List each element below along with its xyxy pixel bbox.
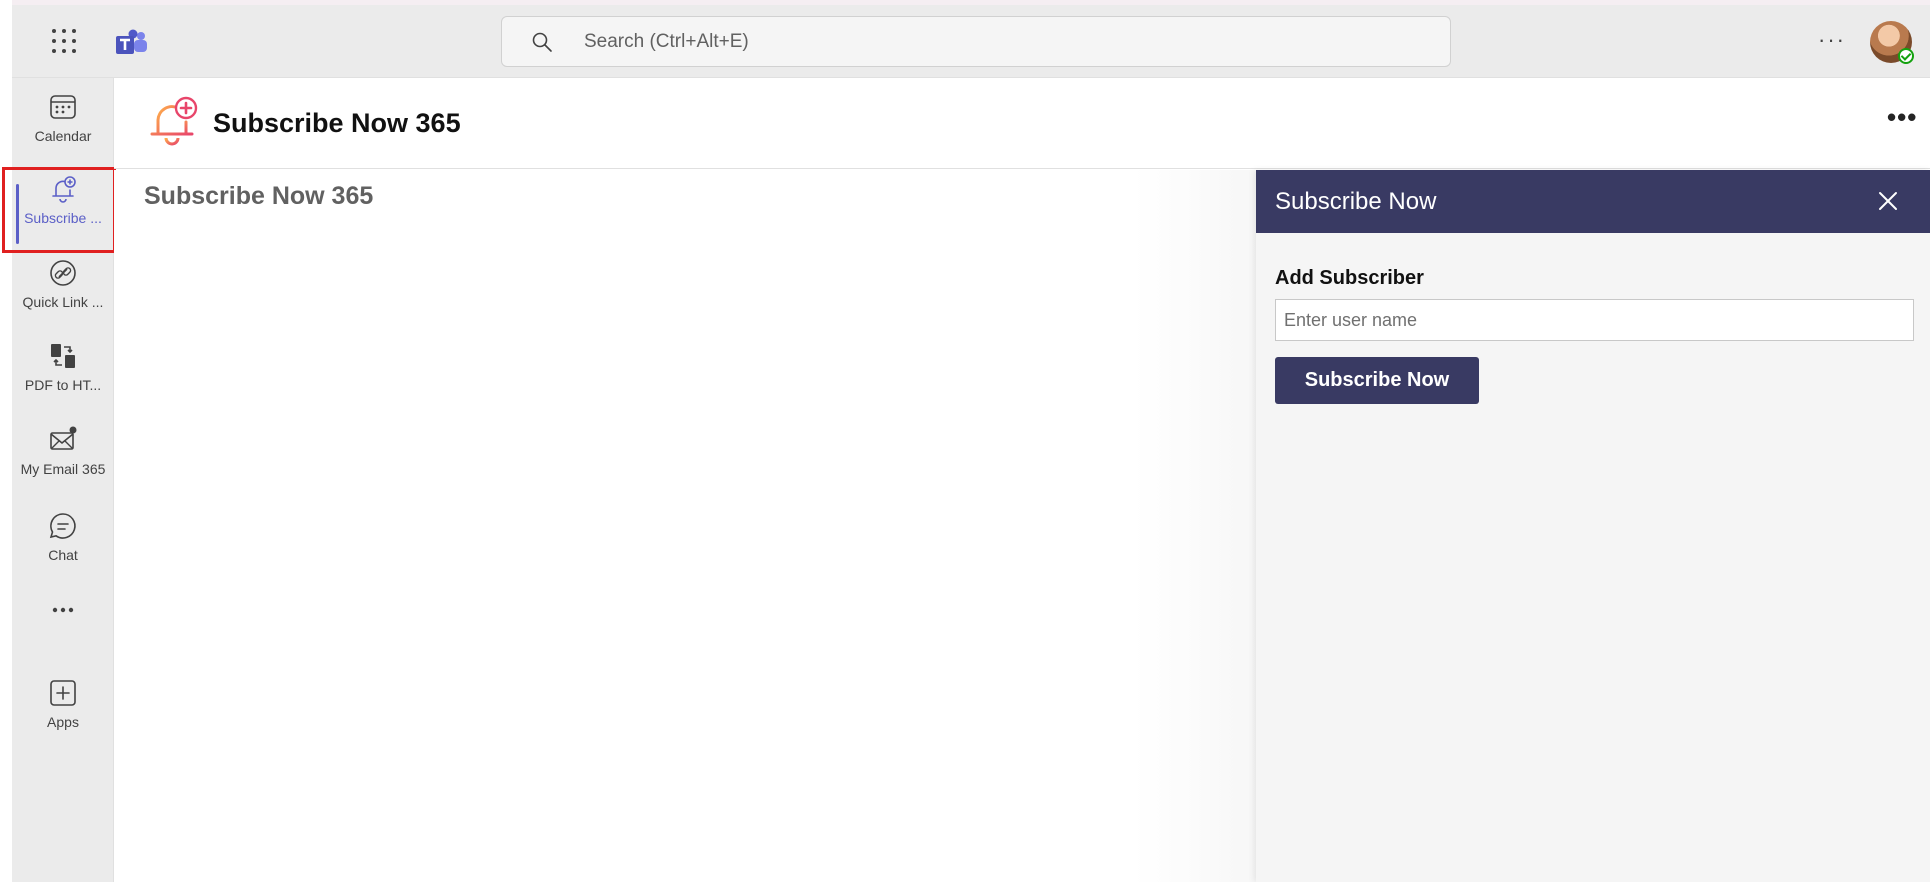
subscribe-bell-logo-icon bbox=[150, 96, 198, 146]
app-title: Subscribe Now 365 bbox=[213, 108, 461, 138]
rail-label-apps: Apps bbox=[47, 714, 79, 730]
top-bar: Search (Ctrl+Alt+E) ··· bbox=[12, 5, 1930, 78]
window-left-gutter bbox=[0, 0, 12, 882]
rail-label-quick-link: Quick Link ... bbox=[22, 294, 104, 310]
rail-label-calendar: Calendar bbox=[34, 128, 92, 144]
main-content: Subscribe Now 365 bbox=[114, 170, 1256, 882]
panel-title: Subscribe Now bbox=[1275, 188, 1437, 215]
rail-item-more-apps[interactable] bbox=[12, 600, 114, 640]
chat-icon bbox=[49, 513, 76, 539]
add-app-icon bbox=[50, 680, 76, 706]
app-header: Subscribe Now 365 ••• bbox=[114, 78, 1930, 169]
subscribe-now-button[interactable]: Subscribe Now bbox=[1275, 357, 1479, 404]
teams-window: Search (Ctrl+Alt+E) ··· Calendar Subscri… bbox=[0, 0, 1930, 882]
search-icon bbox=[532, 32, 552, 52]
app-rail: Calendar Subscribe ... Quick Link ... PD… bbox=[12, 78, 114, 882]
rail-label-chat: Chat bbox=[48, 547, 78, 563]
search-box[interactable]: Search (Ctrl+Alt+E) bbox=[501, 16, 1451, 67]
presence-available-icon bbox=[1898, 48, 1914, 64]
more-options-icon[interactable]: ··· bbox=[1818, 27, 1846, 53]
active-indicator bbox=[16, 184, 19, 244]
user-name-input[interactable] bbox=[1275, 299, 1914, 341]
app-launcher-icon[interactable] bbox=[50, 27, 76, 53]
bell-plus-icon bbox=[52, 176, 76, 203]
add-subscriber-label: Add Subscriber bbox=[1275, 267, 1424, 289]
rail-item-my-email[interactable]: My Email 365 bbox=[12, 425, 114, 495]
rail-label-subscribe: Subscribe ... bbox=[24, 210, 102, 226]
panel-header: Subscribe Now bbox=[1256, 170, 1930, 233]
link-icon bbox=[50, 260, 76, 286]
rail-item-calendar[interactable]: Calendar bbox=[12, 92, 114, 162]
rail-label-my-email: My Email 365 bbox=[20, 461, 106, 477]
rail-label-pdf-to-html: PDF to HT... bbox=[24, 377, 102, 393]
search-placeholder: Search (Ctrl+Alt+E) bbox=[584, 31, 749, 52]
subscribe-panel: Subscribe Now Add Subscriber Subscribe N… bbox=[1256, 170, 1930, 882]
mail-icon bbox=[50, 426, 77, 450]
rail-item-pdf-to-html[interactable]: PDF to HT... bbox=[12, 341, 114, 411]
rail-item-quick-link[interactable]: Quick Link ... bbox=[12, 258, 114, 328]
calendar-icon bbox=[50, 95, 76, 119]
content-title: Subscribe Now 365 bbox=[144, 182, 374, 210]
more-apps-icon bbox=[52, 607, 74, 613]
rail-item-subscribe[interactable]: Subscribe ... bbox=[12, 174, 114, 244]
convert-document-icon bbox=[51, 344, 75, 368]
rail-item-apps[interactable]: Apps bbox=[12, 678, 114, 748]
app-more-options-icon[interactable]: ••• bbox=[1887, 102, 1917, 133]
rail-item-chat[interactable]: Chat bbox=[12, 511, 114, 581]
teams-logo-icon bbox=[116, 29, 147, 54]
close-icon[interactable] bbox=[1876, 189, 1900, 213]
